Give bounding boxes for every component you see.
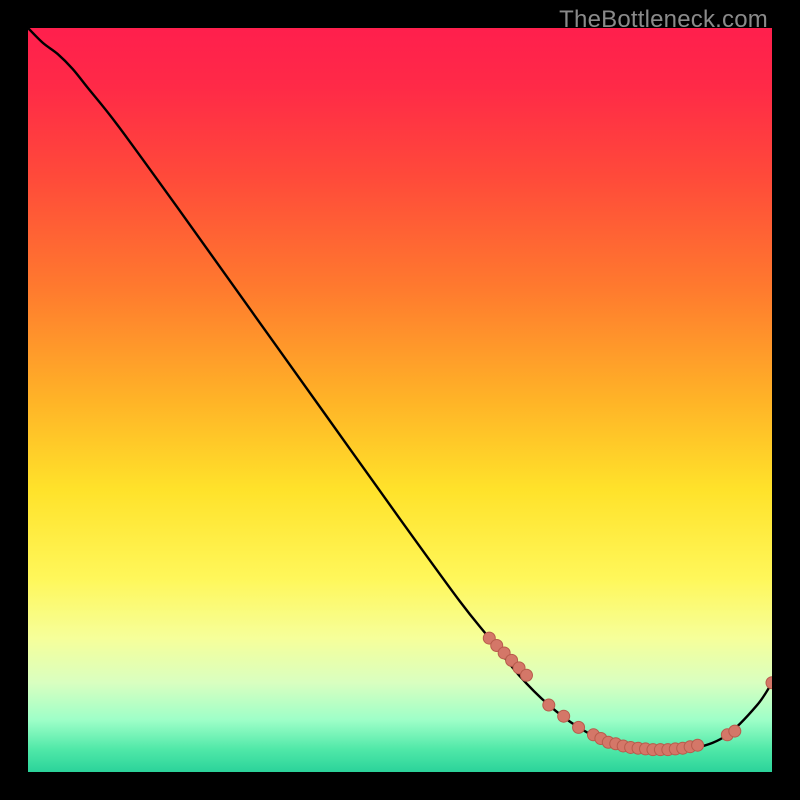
chart-stage: TheBottleneck.com	[0, 0, 800, 800]
marker-dot	[573, 721, 585, 733]
marker-dot	[520, 669, 532, 681]
plot-area	[28, 28, 772, 772]
marker-dot	[543, 699, 555, 711]
chart-svg	[28, 28, 772, 772]
marker-dot	[558, 710, 570, 722]
marker-dot	[729, 725, 741, 737]
gradient-background	[28, 28, 772, 772]
marker-dot	[692, 739, 704, 751]
